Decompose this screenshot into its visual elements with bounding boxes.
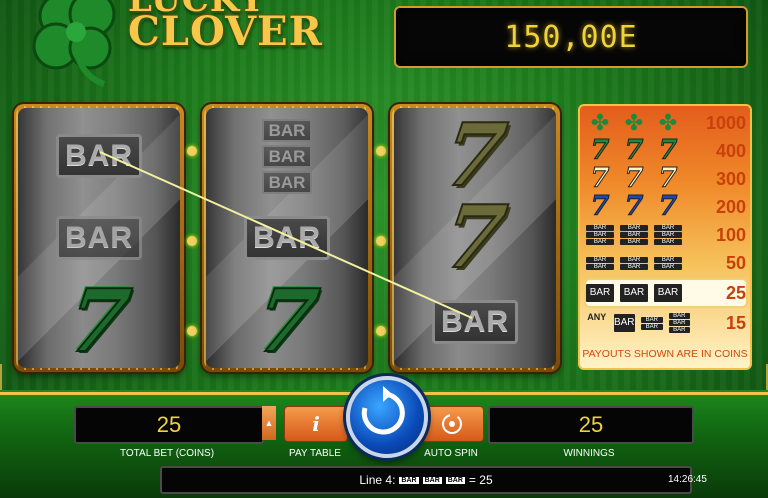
reel-3-symbol-top: 7 — [394, 108, 556, 207]
status-bar-symbol: BAR — [399, 476, 419, 484]
clover-icon — [32, 0, 116, 87]
single-bar-icon: BAR — [586, 282, 614, 304]
payout-value: 200 — [715, 196, 746, 217]
seven-symbol: 7 — [437, 186, 513, 289]
triple-bar-icon: BAR BAR BAR — [654, 224, 682, 246]
payout-value: 100 — [715, 224, 746, 245]
clover-stud — [376, 236, 386, 246]
paytable-row: 777 300 — [590, 163, 746, 194]
double-bar-icon: BAR BAR — [586, 252, 614, 274]
winnings-label: WINNINGS — [563, 448, 615, 459]
double-bar-icon: BAR BAR — [641, 312, 663, 334]
paytable-row-selected: BAR BAR BAR 25 — [586, 280, 746, 306]
clover-icon: ✤ — [590, 110, 610, 135]
winnings-value: 25 — [578, 412, 604, 437]
payout-value: 300 — [715, 168, 746, 189]
total-bet-label: TOTAL BET (COINS) — [119, 448, 215, 459]
slot-game: Lucky Clover 150,00E BAR BAR 7 — [0, 0, 768, 498]
status-line-label: Line 4: — [359, 473, 396, 487]
frame-corner — [0, 364, 28, 392]
paytable-row: 777 400 — [590, 135, 746, 166]
payout-value: 50 — [725, 252, 746, 273]
reel-1-symbol-top: BAR — [18, 114, 180, 198]
frame-corner — [740, 364, 768, 392]
double-bar-icon: BAR BAR — [620, 252, 648, 274]
clock: 14:26:45 — [668, 474, 707, 485]
bar-symbol: BAR — [56, 134, 142, 178]
paytable-footer: PAYOUTS SHOWN ARE IN COINS — [582, 348, 748, 360]
paytable-row: ANY BAR BAR BAR BAR BAR BAR 15 — [586, 310, 746, 336]
info-icon: i — [312, 412, 320, 436]
balance-display: 150,00E — [394, 6, 748, 68]
reel-3-symbol-middle: 7 — [394, 186, 556, 289]
payout-value: 400 — [715, 140, 746, 161]
single-bar-icon: BAR — [613, 312, 635, 334]
reel-1-symbol-bottom: 7 — [18, 270, 180, 368]
spin-button[interactable] — [346, 376, 428, 458]
status-bar-symbol: BAR — [422, 476, 442, 484]
status-line-amount: = 25 — [468, 473, 493, 487]
reel-2-symbol-top: BAR BAR BAR — [206, 114, 368, 198]
clover-stud — [376, 326, 386, 336]
paytable-row: ✤ ✤ ✤ 1000 — [586, 110, 746, 136]
spin-icon — [361, 386, 405, 435]
paytable-row: BAR BAR BAR BAR BAR BAR BAR BAR BAR 100 — [586, 222, 746, 248]
paytable-panel: ✤ ✤ ✤ 1000 777 400 777 300 777 200 BAR BAR B… — [578, 104, 752, 370]
reel-2-symbol-middle: BAR — [206, 196, 368, 280]
paytable-row: 777 200 — [590, 191, 746, 222]
triple-bar-symbol: BAR BAR BAR — [261, 118, 313, 194]
auto-spin-label: AUTO SPIN — [424, 448, 478, 459]
clover-stud — [376, 146, 386, 156]
seven-symbol: 7 — [61, 270, 137, 368]
balance-value: 150,00E — [504, 19, 638, 55]
bar-symbol: BAR — [244, 216, 330, 260]
double-bar-icon: BAR BAR — [654, 252, 682, 274]
payout-value: 15 — [725, 312, 746, 333]
logo-title-bottom: Clover — [128, 8, 323, 55]
triple-bar-icon: BAR BAR BAR — [586, 224, 614, 246]
clover-stud — [187, 236, 197, 246]
status-bar-symbol: BAR — [445, 476, 465, 484]
any-label: ANY — [587, 312, 607, 322]
reel-3-symbol-bottom: BAR — [394, 280, 556, 364]
reel-1: BAR BAR 7 — [14, 104, 184, 372]
auto-spin-button[interactable] — [420, 406, 484, 442]
bar-symbol: BAR — [56, 216, 142, 260]
single-bar-icon: BAR — [654, 282, 682, 304]
winnings-display: 25 — [488, 406, 694, 444]
triple-bar-icon: BAR BAR BAR — [620, 224, 648, 246]
reel-3: 7 7 BAR — [390, 104, 560, 372]
reel-2-symbol-bottom: 7 — [206, 270, 368, 368]
game-logo: Lucky Clover — [20, 0, 323, 87]
reel-2: BAR BAR BAR BAR 7 — [202, 104, 372, 372]
clover-icon: ✤ — [624, 110, 644, 135]
reel-1-symbol-middle: BAR — [18, 196, 180, 280]
paytable-button[interactable]: i — [284, 406, 348, 442]
payout-value: 1000 — [705, 112, 746, 133]
single-bar-icon: BAR — [620, 282, 648, 304]
triple-bar-icon: BAR BAR BAR — [668, 312, 690, 334]
clover-stud — [187, 146, 197, 156]
status-bar: Line 4: BAR BAR BAR = 25 — [160, 466, 692, 494]
clover-stud — [187, 326, 197, 336]
bet-increase-button[interactable]: ▲ — [262, 406, 276, 440]
paytable-row: BAR BAR BAR BAR BAR BAR 50 — [586, 250, 746, 276]
total-bet-value: 25 — [156, 412, 182, 437]
total-bet-display: 25 — [74, 406, 264, 444]
seven-symbol: 7 — [249, 270, 325, 368]
paytable-label: PAY TABLE — [289, 448, 341, 459]
bar-symbol: BAR — [432, 300, 518, 344]
auto-spin-icon — [442, 414, 462, 434]
clover-icon: ✤ — [658, 110, 678, 135]
payout-value: 25 — [725, 282, 746, 303]
